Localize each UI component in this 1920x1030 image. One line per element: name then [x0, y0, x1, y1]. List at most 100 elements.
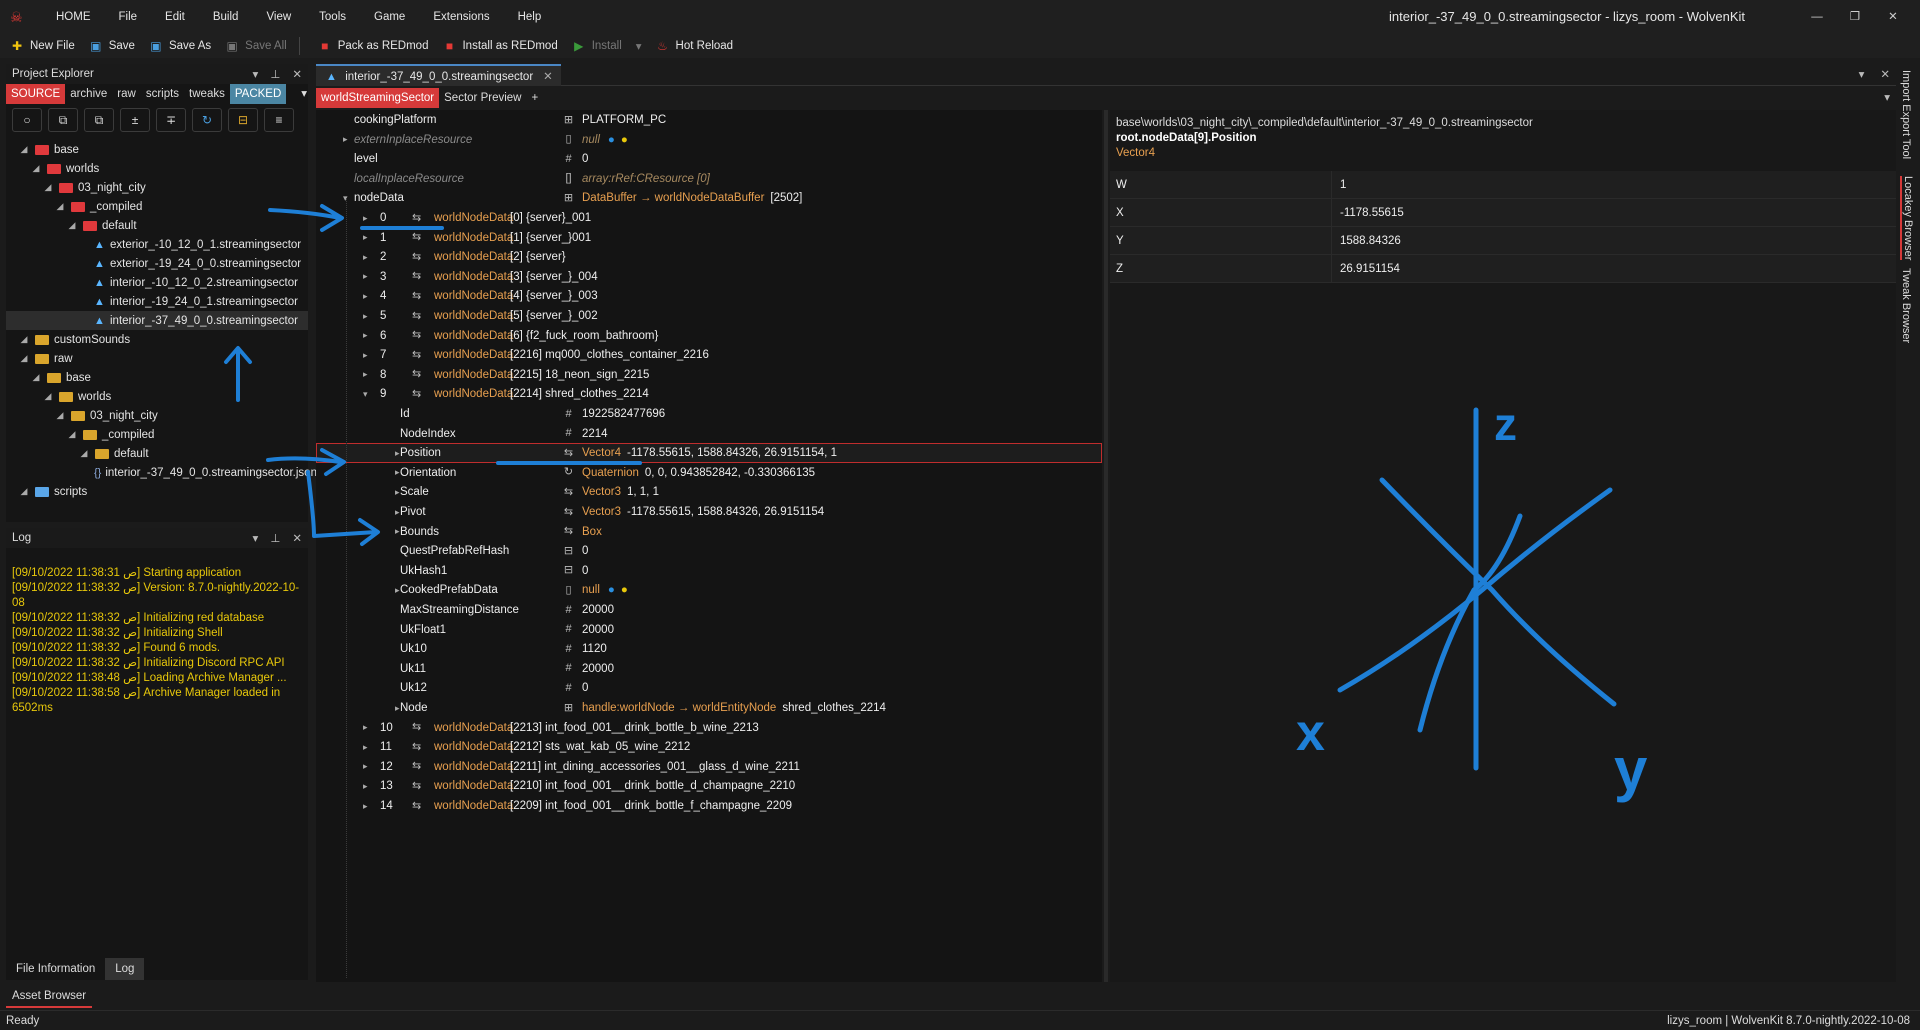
close-icon[interactable]: ✕ — [1874, 0, 1912, 34]
expand-arrow-icon[interactable]: ◢ — [54, 410, 66, 421]
property-row[interactable]: ▸ 0 ⇆ worldNodeData [0] {server}_001 — [316, 208, 1102, 228]
property-row[interactable]: UkHash1 ⊟ 0 — [316, 561, 1102, 581]
menu-item-view[interactable]: View — [252, 0, 305, 34]
property-row[interactable]: NodeIndex #2214 — [316, 424, 1102, 444]
property-row[interactable]: ▸ 5 ⇆ worldNodeData [5] {server_}_002 — [316, 306, 1102, 326]
pin-icon[interactable]: ⊥ — [270, 69, 280, 81]
expand-arrow-icon[interactable]: ◢ — [42, 182, 54, 193]
restore-icon[interactable]: ❐ — [1836, 0, 1874, 34]
tree-item[interactable]: ◢ 03_night_city — [6, 406, 308, 425]
property-row[interactable]: ▸ 13 ⇆ worldNodeData [2210] int_food_001__dr… — [316, 776, 1102, 796]
expand-arrow-icon[interactable]: ▸ — [363, 801, 368, 812]
property-row[interactable]: localInplaceResource [] array:rRef:CResour… — [316, 169, 1102, 189]
menu-item-home[interactable]: HOME — [42, 0, 105, 34]
vector-field-row[interactable]: Y 1588.84326 — [1110, 227, 1896, 255]
collapse-all-icon[interactable]: ⧉ — [48, 108, 78, 132]
property-row[interactable]: Id #1922582477696 — [316, 404, 1102, 424]
menu-item-edit[interactable]: Edit — [151, 0, 199, 34]
pane-splitter[interactable] — [1104, 110, 1108, 982]
property-row[interactable]: ▸ 4 ⇆ worldNodeData [4] {server_}_003 — [316, 286, 1102, 306]
save-as-button[interactable]: ▣ Save As — [149, 34, 211, 58]
property-row[interactable]: ▸ CookedPrefabData ▯ null ● ● — [316, 580, 1102, 600]
property-row[interactable]: ▸ 7 ⇆ worldNodeData [2216] mq000_clothes_con… — [316, 345, 1102, 365]
tab-list-icon[interactable]: ▾ — [1859, 69, 1865, 81]
expand-arrow-icon[interactable]: ▸ — [395, 467, 400, 478]
goto-icon[interactable]: ● — [608, 134, 615, 146]
property-row[interactable]: ▸ Orientation ↻ Quaternion 0, 0, 0.943852842… — [316, 463, 1102, 483]
property-row[interactable]: MaxStreamingDistance #20000 — [316, 600, 1102, 620]
tree-item[interactable]: {} interior_-37_49_0_0.streamingsector.js… — [6, 463, 317, 482]
expand-arrow-icon[interactable]: ▸ — [395, 703, 400, 714]
tree-item[interactable]: ◢ _compiled — [6, 197, 308, 216]
property-row[interactable]: ▸ 3 ⇆ worldNodeData [3] {server_}_004 — [316, 267, 1102, 287]
tab-tweaks[interactable]: tweaks — [184, 84, 230, 104]
property-row[interactable]: ▸ Position ⇆ Vector4 -1178.55615, 1588.84326… — [316, 443, 1102, 464]
property-row[interactable]: ▸ 1 ⇆ worldNodeData [1] {server_}001 — [316, 228, 1102, 248]
asset-browser-tab[interactable]: Asset Browser — [6, 986, 93, 1008]
expand-all-icon[interactable]: ⧉ — [84, 108, 114, 132]
expand-arrow-icon[interactable]: ▸ — [363, 781, 368, 792]
property-row[interactable]: ▸ Bounds ⇆ Box — [316, 522, 1102, 542]
expand-arrow-icon[interactable]: ▸ — [363, 252, 368, 263]
tree-item[interactable]: ◢ 03_night_city — [6, 178, 308, 197]
tree-item[interactable]: ◢ worlds — [6, 159, 308, 178]
expand-arrow-icon[interactable]: ◢ — [18, 334, 30, 345]
close-pane-icon[interactable]: ✕ — [292, 69, 302, 81]
tree-item[interactable]: ◢ default — [6, 444, 308, 463]
field-value[interactable]: 1588.84326 — [1332, 227, 1401, 254]
expand-arrow-icon[interactable]: ▸ — [395, 487, 400, 498]
back-icon[interactable]: ● — [621, 584, 628, 596]
side-tab-1[interactable]: Import Export Tool — [1900, 70, 1912, 159]
close-pane-icon[interactable]: ✕ — [292, 533, 302, 545]
tree-item[interactable]: ▲ exterior_-19_24_0_0.streamingsector — [6, 254, 308, 273]
property-row[interactable]: level #0 — [316, 149, 1102, 169]
install-dropdown-icon[interactable]: ▾ — [636, 39, 642, 53]
expand-arrow-icon[interactable]: ▸ — [363, 330, 368, 341]
property-row[interactable]: ▸ 2 ⇆ worldNodeData [2] {server} — [316, 247, 1102, 267]
property-row[interactable]: UkFloat1 #20000 — [316, 620, 1102, 640]
tree-item[interactable]: ◢ default — [6, 216, 308, 235]
pane-menu-icon[interactable]: ▾ — [253, 533, 259, 545]
tree-item[interactable]: ◢ worlds — [6, 387, 308, 406]
tree-item[interactable]: ▲ exterior_-10_12_0_1.streamingsector — [6, 235, 308, 254]
expand-arrow-icon[interactable]: ◢ — [30, 163, 42, 174]
property-row[interactable]: Uk11 #20000 — [316, 659, 1102, 679]
tab-packed[interactable]: PACKED — [229, 84, 287, 104]
install-button[interactable]: ▶ Install ▾ — [572, 34, 642, 58]
property-row[interactable]: ▸ 6 ⇆ worldNodeData [6] {f2_fuck_room_bathro… — [316, 326, 1102, 346]
tab-file-information[interactable]: File Information — [6, 958, 105, 980]
field-value[interactable]: 26.9151154 — [1332, 255, 1400, 282]
subtab-worldstreamingsector[interactable]: worldStreamingSector — [316, 88, 440, 108]
pane-menu-icon[interactable]: ▾ — [253, 69, 259, 81]
tab-archive[interactable]: archive — [65, 84, 112, 104]
property-row[interactable]: Uk12 #0 — [316, 678, 1102, 698]
menu-item-tools[interactable]: Tools — [305, 0, 360, 34]
property-row[interactable]: Uk10 #1120 — [316, 639, 1102, 659]
tree-item[interactable]: ▲ interior_-10_12_0_2.streamingsector — [6, 273, 308, 292]
pack-redmod-button[interactable]: ■ Pack as REDmod — [318, 34, 428, 58]
expand-arrow-icon[interactable]: ▸ — [363, 350, 368, 361]
side-tab-2[interactable]: Locakey Browser — [1900, 176, 1914, 261]
pin-icon[interactable]: ⊥ — [270, 533, 280, 545]
close-document-icon[interactable]: ✕ — [1880, 69, 1890, 81]
goto-icon[interactable]: ● — [608, 584, 615, 596]
save-button[interactable]: ▣ Save — [89, 34, 135, 58]
filter-icon[interactable]: ⊟ — [228, 108, 258, 132]
expand-icon[interactable]: ∓ — [156, 108, 186, 132]
expand-arrow-icon[interactable]: ▸ — [395, 585, 400, 596]
property-row[interactable]: cookingPlatform ⊞ PLATFORM_PC — [316, 110, 1102, 130]
expand-arrow-icon[interactable]: ◢ — [78, 448, 90, 459]
collapse-icon[interactable]: ± — [120, 108, 150, 132]
tree-item[interactable]: ◢ customSounds — [6, 330, 308, 349]
field-value[interactable]: 1 — [1332, 171, 1346, 198]
property-row[interactable]: ▸ externInplaceResource ▯ null ● ● — [316, 130, 1102, 150]
vector-field-row[interactable]: X -1178.55615 — [1110, 199, 1896, 227]
expand-arrow-icon[interactable]: ▸ — [363, 213, 368, 224]
field-value[interactable]: -1178.55615 — [1332, 199, 1404, 226]
tree-item[interactable]: ▲ interior_-37_49_0_0.streamingsector — [6, 311, 308, 330]
tree-item[interactable]: ◢ base — [6, 368, 308, 387]
side-tab-3[interactable]: Tweak Browser — [1900, 268, 1912, 343]
expand-arrow-icon[interactable]: ◢ — [18, 353, 30, 364]
expand-arrow-icon[interactable]: ▸ — [395, 448, 400, 459]
expand-arrow-icon[interactable]: ▸ — [343, 134, 348, 145]
